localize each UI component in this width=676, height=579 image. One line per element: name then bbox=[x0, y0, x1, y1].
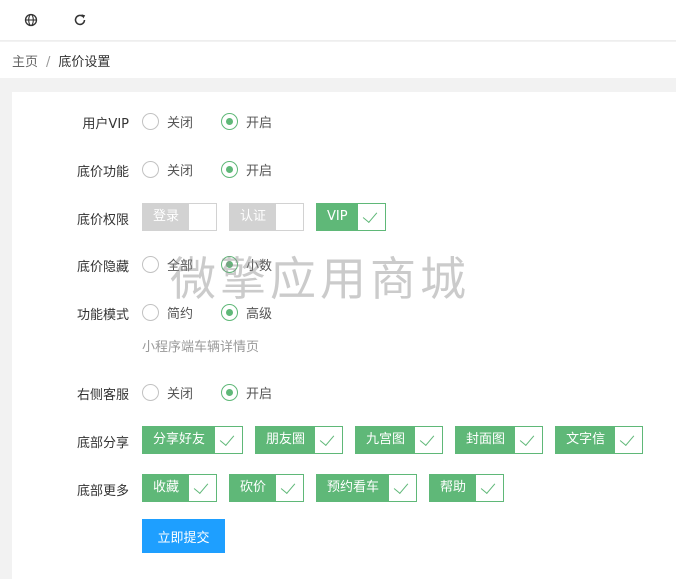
row-bottom-more: 底部更多 收藏 砍价 预约看车 帮助 bbox=[12, 474, 676, 502]
radio-simple[interactable]: 简约 bbox=[142, 303, 193, 322]
radio-circle-icon bbox=[142, 383, 159, 401]
radio-off[interactable]: 关闭 bbox=[142, 383, 193, 402]
check-icon bbox=[515, 427, 542, 453]
checkbox-bargain[interactable]: 砍价 bbox=[229, 474, 305, 502]
breadcrumb: 主页 / 底价设置 bbox=[12, 51, 110, 70]
check-icon bbox=[476, 475, 503, 501]
check-icon bbox=[358, 204, 385, 230]
field-label: 底价权限 bbox=[76, 213, 129, 228]
breadcrumb-separator: / bbox=[46, 55, 51, 70]
checkbox-moments[interactable]: 朋友圈 bbox=[255, 426, 344, 454]
radio-all[interactable]: 全部 bbox=[142, 255, 193, 274]
checkbox-vip[interactable]: VIP bbox=[316, 203, 386, 231]
check-icon bbox=[189, 204, 216, 230]
row-floor-permission: 底价权限 登录 认证 VIP bbox=[12, 203, 676, 231]
field-label: 底部分享 bbox=[76, 436, 129, 451]
row-right-service: 右侧客服 关闭 开启 bbox=[12, 378, 676, 406]
breadcrumb-bar: 主页 / 底价设置 bbox=[0, 42, 676, 78]
checkbox-favorite[interactable]: 收藏 bbox=[142, 474, 218, 502]
radio-decimal[interactable]: 小数 bbox=[221, 255, 272, 274]
radio-advanced[interactable]: 高级 bbox=[221, 303, 272, 322]
check-icon bbox=[415, 427, 442, 453]
field-label: 底部更多 bbox=[76, 484, 129, 499]
checkbox-book-viewing[interactable]: 预约看车 bbox=[316, 474, 418, 502]
radio-circle-icon bbox=[142, 303, 159, 321]
refresh-icon[interactable] bbox=[71, 11, 89, 29]
globe-icon[interactable] bbox=[22, 11, 40, 29]
row-function-mode: 功能模式 简约 高级 bbox=[12, 298, 676, 326]
submit-button[interactable]: 立即提交 bbox=[142, 519, 225, 553]
function-mode-hint: 小程序端车辆详情页 bbox=[142, 340, 260, 355]
radio-circle-icon bbox=[221, 303, 239, 321]
check-icon bbox=[389, 475, 416, 501]
checkbox-verify[interactable]: 认证 bbox=[229, 203, 305, 231]
field-label: 底价隐藏 bbox=[76, 260, 129, 275]
checkbox-login[interactable]: 登录 bbox=[142, 203, 218, 231]
checkbox-nine-grid[interactable]: 九宫图 bbox=[355, 426, 444, 454]
breadcrumb-current: 底价设置 bbox=[58, 55, 111, 70]
checkbox-share-friend[interactable]: 分享好友 bbox=[142, 426, 244, 454]
field-label: 底价功能 bbox=[76, 165, 129, 180]
row-floor-function: 底价功能 关闭 开启 bbox=[12, 155, 676, 183]
check-icon bbox=[276, 475, 303, 501]
top-toolbar bbox=[0, 0, 676, 41]
radio-circle-icon bbox=[142, 255, 159, 273]
row-user-vip: 用户VIP 关闭 开启 bbox=[12, 107, 676, 135]
radio-circle-icon bbox=[221, 383, 239, 401]
check-icon bbox=[276, 204, 303, 230]
checkbox-help[interactable]: 帮助 bbox=[429, 474, 505, 502]
row-bottom-share: 底部分享 分享好友 朋友圈 九宫图 封面图 文字信 bbox=[12, 426, 676, 454]
radio-off[interactable]: 关闭 bbox=[142, 160, 193, 179]
check-icon bbox=[315, 427, 342, 453]
radio-circle-icon bbox=[142, 160, 159, 178]
settings-form: 用户VIP 关闭 开启 底价功能 关闭 开启 底价权限 登录 认证 VIP 底价… bbox=[12, 92, 676, 579]
check-icon bbox=[215, 427, 242, 453]
checkbox-text-message[interactable]: 文字信 bbox=[555, 426, 644, 454]
field-label: 功能模式 bbox=[76, 308, 129, 323]
radio-on[interactable]: 开启 bbox=[221, 112, 272, 131]
radio-circle-icon bbox=[221, 112, 239, 130]
row-floor-hide: 底价隐藏 全部 小数 bbox=[12, 250, 676, 278]
field-label: 右侧客服 bbox=[76, 388, 129, 403]
radio-circle-icon bbox=[221, 160, 239, 178]
checkbox-cover-image[interactable]: 封面图 bbox=[455, 426, 544, 454]
radio-circle-icon bbox=[142, 112, 159, 130]
breadcrumb-home[interactable]: 主页 bbox=[12, 55, 38, 70]
radio-on[interactable]: 开启 bbox=[221, 160, 272, 179]
radio-off[interactable]: 关闭 bbox=[142, 112, 193, 131]
check-icon bbox=[615, 427, 642, 453]
field-label: 用户VIP bbox=[82, 117, 129, 132]
check-icon bbox=[189, 475, 216, 501]
radio-circle-icon bbox=[221, 255, 239, 273]
radio-on[interactable]: 开启 bbox=[221, 383, 272, 402]
